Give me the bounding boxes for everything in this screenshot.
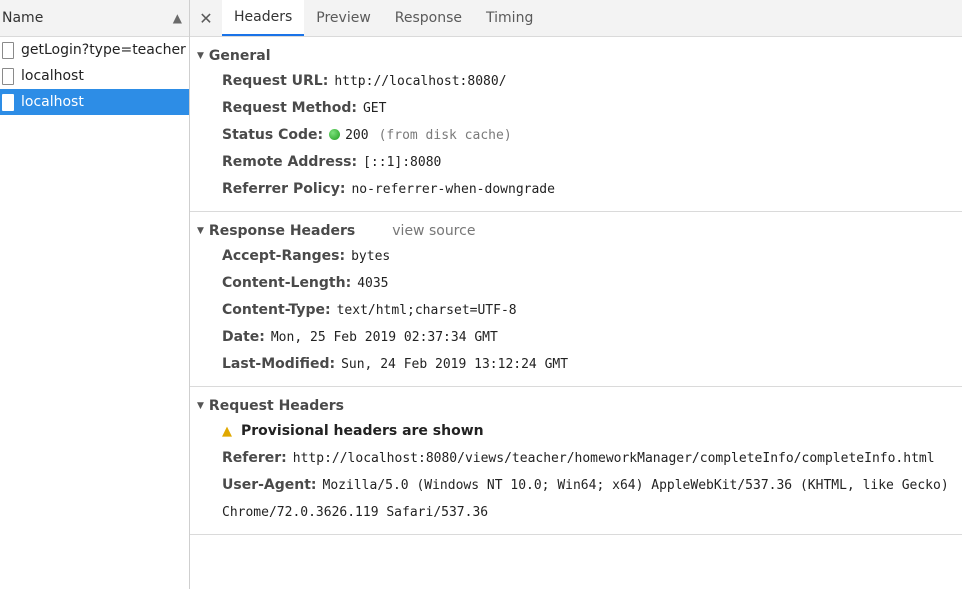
header-row-referer: Referer: http://localhost:8080/views/teac… xyxy=(190,445,962,472)
triangle-down-icon: ▼ xyxy=(197,226,204,236)
document-icon xyxy=(2,93,14,111)
view-source-link[interactable]: view source xyxy=(392,223,475,239)
warning-icon: ▲ xyxy=(222,424,232,439)
header-value: text/html;charset=UTF-8 xyxy=(336,303,517,318)
tab-timing[interactable]: Timing xyxy=(474,0,545,36)
name-column-label: Name xyxy=(2,10,44,26)
name-column-header[interactable]: Name ▲ xyxy=(0,0,189,37)
request-headers-section-header[interactable]: ▼ Request Headers xyxy=(190,394,962,418)
request-list-panel: Name ▲ getLogin?type=teacher localhost l… xyxy=(0,0,190,589)
header-value: http://localhost:8080/views/teacher/home… xyxy=(292,451,935,466)
header-row-content-length: Content-Length: 4035 xyxy=(190,270,962,297)
status-ok-icon xyxy=(329,129,341,140)
header-value: Sun, 24 Feb 2019 13:12:24 GMT xyxy=(341,357,569,372)
request-headers-section: ▼ Request Headers ▲ Provisional headers a… xyxy=(190,387,962,535)
request-name: localhost xyxy=(21,94,84,110)
response-headers-section: ▼ Response Headers view source Accept-Ra… xyxy=(190,212,962,387)
response-headers-section-header[interactable]: ▼ Response Headers view source xyxy=(190,219,962,243)
provisional-headers-warning: ▲ Provisional headers are shown xyxy=(190,418,962,445)
header-value: Mon, 25 Feb 2019 02:37:34 GMT xyxy=(270,330,498,345)
header-key: Referer: xyxy=(222,450,287,466)
request-row-getlogin[interactable]: getLogin?type=teacher xyxy=(0,37,189,63)
tab-headers[interactable]: Headers xyxy=(222,0,305,36)
header-value: http://localhost:8080/ xyxy=(334,74,507,89)
tab-preview[interactable]: Preview xyxy=(304,0,383,36)
header-key: Content-Length: xyxy=(222,275,352,291)
request-row-localhost-selected[interactable]: localhost xyxy=(0,89,189,115)
header-key: Last-Modified: xyxy=(222,356,336,372)
header-value: 200 xyxy=(345,128,369,143)
header-key: User-Agent: xyxy=(222,477,317,493)
warning-text: Provisional headers are shown xyxy=(241,423,484,439)
tab-response[interactable]: Response xyxy=(383,0,474,36)
triangle-down-icon: ▼ xyxy=(197,401,204,411)
section-title: General xyxy=(208,48,271,64)
request-row-localhost[interactable]: localhost xyxy=(0,63,189,89)
header-value: GET xyxy=(362,101,387,116)
close-icon[interactable]: ✕ xyxy=(190,9,222,28)
header-value: no-referrer-when-downgrade xyxy=(351,182,555,197)
document-icon xyxy=(2,67,14,85)
header-row-user-agent: User-Agent: Mozilla/5.0 (Windows NT 10.0;… xyxy=(190,472,962,526)
details-tabbar: ✕ Headers Preview Response Timing xyxy=(190,0,962,37)
header-value: bytes xyxy=(351,249,391,264)
request-name: localhost xyxy=(21,68,84,84)
header-value: [::1]:8080 xyxy=(363,155,442,170)
header-row-remote-address: Remote Address: [::1]:8080 xyxy=(190,149,962,176)
header-key: Request Method: xyxy=(222,100,357,116)
request-name: getLogin?type=teacher xyxy=(21,42,186,58)
general-section: ▼ General Request URL: http://localhost:8… xyxy=(190,37,962,212)
header-row-content-type: Content-Type: text/html;charset=UTF-8 xyxy=(190,297,962,324)
section-title: Response Headers xyxy=(208,223,356,239)
request-details-panel: ✕ Headers Preview Response Timing ▼ Gene… xyxy=(190,0,962,589)
header-row-request-url: Request URL: http://localhost:8080/ xyxy=(190,68,962,95)
triangle-down-icon: ▼ xyxy=(197,51,204,61)
header-row-accept-ranges: Accept-Ranges: bytes xyxy=(190,243,962,270)
header-key: Accept-Ranges: xyxy=(222,248,346,264)
header-value: 4035 xyxy=(357,276,389,291)
header-key: Content-Type: xyxy=(222,302,331,318)
general-section-header[interactable]: ▼ General xyxy=(190,44,962,68)
header-key: Date: xyxy=(222,329,265,345)
header-row-referrer-policy: Referrer Policy: no-referrer-when-downgra… xyxy=(190,176,962,203)
header-key: Referrer Policy: xyxy=(222,181,346,197)
header-row-last-modified: Last-Modified: Sun, 24 Feb 2019 13:12:24 … xyxy=(190,351,962,378)
cache-note: (from disk cache) xyxy=(378,128,512,143)
section-title: Request Headers xyxy=(208,398,344,414)
header-row-status-code: Status Code: 200 (from disk cache) xyxy=(190,122,962,149)
header-row-request-method: Request Method: GET xyxy=(190,95,962,122)
header-key: Request URL: xyxy=(222,73,329,89)
header-key: Status Code: xyxy=(222,127,324,143)
document-icon xyxy=(2,41,14,59)
header-row-date: Date: Mon, 25 Feb 2019 02:37:34 GMT xyxy=(190,324,962,351)
header-value: Mozilla/5.0 (Windows NT 10.0; Win64; x64… xyxy=(222,478,949,520)
triangle-up-icon[interactable]: ▲ xyxy=(173,11,182,25)
header-key: Remote Address: xyxy=(222,154,358,170)
